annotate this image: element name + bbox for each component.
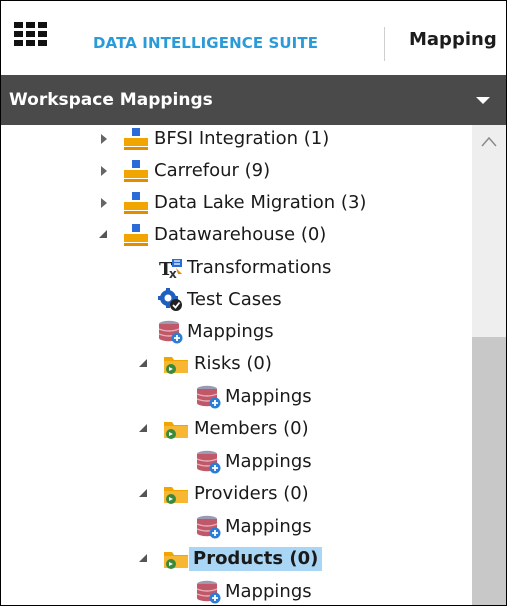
tree-node-label: Mappings — [225, 451, 312, 472]
expand-arrow-icon[interactable] — [97, 196, 111, 210]
folder-icon — [164, 552, 188, 569]
tree-node-label: Providers (0) — [194, 483, 309, 504]
tree-node-data-lake-migration[interactable]: Data Lake Migration (3) — [97, 189, 366, 217]
workspace-panel-bar: Workspace Mappings — [1, 75, 506, 125]
collapse-arrow-icon[interactable] — [97, 228, 111, 242]
scroll-up-icon[interactable] — [481, 135, 497, 149]
subject-area-icon — [124, 160, 148, 182]
tree-node-label: Mappings — [225, 386, 312, 407]
tree-node-label: Datawarehouse (0) — [154, 224, 327, 245]
expand-arrow-icon[interactable] — [97, 132, 111, 146]
tree-node-label: BFSI Integration (1) — [154, 128, 330, 149]
folder-icon — [164, 357, 188, 374]
collapse-arrow-icon[interactable] — [137, 422, 151, 436]
tree-node-label: Risks (0) — [194, 353, 272, 374]
tree-node-label: Members (0) — [194, 418, 309, 439]
vertical-scrollbar[interactable] — [472, 125, 506, 605]
tree-node-mappings[interactable]: Mappings — [196, 383, 312, 411]
tree-node-label: Mappings — [187, 321, 274, 342]
mappings-db-icon — [158, 320, 183, 344]
app-frame: DATA INTELLIGENCE SUITE Mapping Workspac… — [0, 0, 507, 606]
collapse-arrow-icon[interactable] — [137, 357, 151, 371]
tree-node-products[interactable]: Products (0) — [137, 545, 323, 573]
tree-node-mappings[interactable]: Mappings — [158, 318, 274, 346]
tree-node-transformations[interactable]: T x Transformations — [158, 254, 331, 282]
test-cases-icon — [158, 288, 182, 311]
collapse-arrow-icon[interactable] — [137, 552, 151, 566]
subject-area-icon — [124, 128, 148, 150]
tree-node-label: Data Lake Migration (3) — [154, 192, 367, 213]
expand-arrow-icon[interactable] — [97, 164, 111, 178]
tree-node-carrefour[interactable]: Carrefour (9) — [97, 157, 270, 185]
workspace-tree: BFSI Integration (1) Carrefour (9) Data … — [1, 125, 472, 605]
tab-mapping[interactable]: Mapping — [409, 29, 497, 50]
app-launcher-grid-icon[interactable] — [14, 22, 48, 48]
suite-title[interactable]: DATA INTELLIGENCE SUITE — [93, 34, 318, 52]
subject-area-icon — [124, 192, 148, 214]
collapse-arrow-icon[interactable] — [137, 487, 151, 501]
tree-node-test-cases[interactable]: Test Cases — [158, 286, 282, 314]
folder-icon — [164, 487, 188, 504]
transformations-icon: T x — [159, 259, 182, 280]
mappings-db-icon — [196, 580, 221, 604]
svg-text:x: x — [169, 267, 177, 280]
tree-node-label: Mappings — [225, 516, 312, 537]
folder-icon — [164, 422, 188, 439]
tree-node-label-selected: Products (0) — [189, 547, 323, 571]
tree-node-datawarehouse[interactable]: Datawarehouse (0) — [97, 221, 326, 249]
header-divider — [384, 27, 385, 61]
tree-node-label: Transformations — [187, 257, 332, 278]
panel-title: Workspace Mappings — [9, 90, 213, 110]
tree-node-mappings[interactable]: Mappings — [196, 448, 312, 476]
scrollbar-thumb[interactable] — [472, 337, 506, 605]
chevron-down-icon[interactable] — [476, 97, 490, 104]
tree-node-label: Mappings — [225, 581, 312, 602]
app-header: DATA INTELLIGENCE SUITE Mapping — [1, 1, 506, 75]
tree-node-label: Carrefour (9) — [154, 160, 271, 181]
subject-area-icon — [124, 224, 148, 246]
tree-node-label: Test Cases — [187, 289, 282, 310]
tree-node-providers[interactable]: Providers (0) — [137, 480, 309, 508]
tree-node-bfsi-integration[interactable]: BFSI Integration (1) — [97, 125, 329, 153]
mappings-db-icon — [196, 515, 221, 539]
tree-node-members[interactable]: Members (0) — [137, 415, 309, 443]
mappings-db-icon — [196, 385, 221, 409]
tree-node-mappings[interactable]: Mappings — [196, 513, 312, 541]
tree-node-risks[interactable]: Risks (0) — [137, 350, 272, 378]
mappings-db-icon — [196, 450, 221, 474]
tree-node-mappings[interactable]: Mappings — [196, 578, 312, 605]
